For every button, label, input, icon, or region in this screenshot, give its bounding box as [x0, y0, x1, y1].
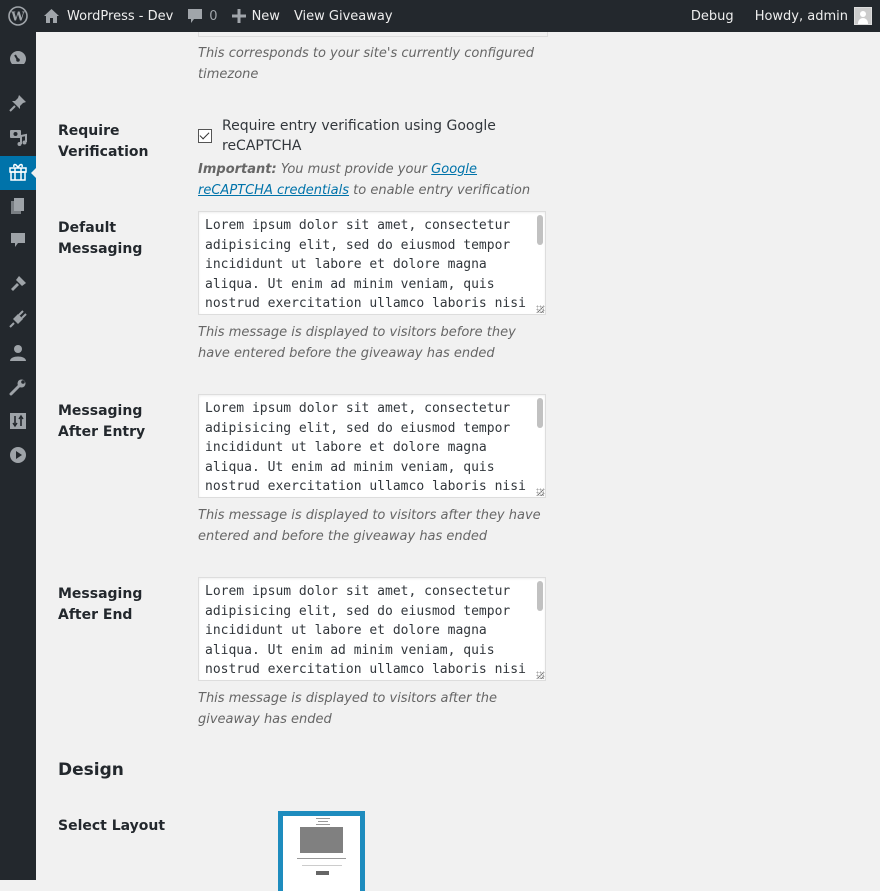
menu-users[interactable] [0, 338, 36, 372]
appearance-icon [9, 275, 27, 297]
messaging-after-end-textarea[interactable] [198, 577, 546, 681]
default-messaging-description: This message is displayed to visitors be… [198, 325, 516, 361]
howdy-label: Howdy, admin [754, 8, 848, 24]
menu-pages[interactable] [0, 191, 36, 225]
admin-bar: W WordPress - Dev 0 New View Giveaway De… [0, 0, 880, 32]
new-label: New [251, 8, 280, 24]
plugins-icon [9, 310, 27, 332]
layout-option-thumbnail[interactable] [278, 811, 365, 891]
debug-link[interactable]: Debug [684, 0, 748, 32]
menu-giveaways[interactable] [0, 156, 37, 190]
note-text-after: to enable entry verification [349, 183, 531, 198]
menu-appearance[interactable] [0, 269, 36, 303]
home-icon [43, 8, 60, 24]
new-content-link[interactable]: New [225, 0, 287, 32]
pin-icon [9, 94, 27, 116]
media-icon [9, 128, 27, 150]
recaptcha-checkbox-row[interactable]: Require entry verification using Google … [198, 116, 548, 156]
important-label: Important: [198, 162, 277, 177]
note-text-before: You must provide your [276, 162, 432, 177]
layout-preview-button [316, 871, 329, 875]
debug-label: Debug [690, 8, 734, 24]
wordpress-logo-button[interactable]: W [0, 0, 36, 32]
menu-media[interactable] [0, 122, 36, 156]
menu-video[interactable] [0, 440, 36, 474]
messaging-after-entry-scrollbar[interactable] [537, 398, 543, 428]
messaging-after-end-description: This message is displayed to visitors af… [198, 691, 497, 727]
wordpress-logo-icon: W [8, 6, 28, 26]
messaging-after-end-resize-handle[interactable] [536, 671, 544, 679]
my-account-link[interactable]: Howdy, admin [748, 0, 880, 32]
settings-icon [9, 412, 27, 434]
users-icon [9, 344, 27, 366]
menu-posts[interactable] [0, 88, 36, 122]
timezone-description: This corresponds to your site's currentl… [198, 46, 535, 82]
comments-link[interactable]: 0 [180, 0, 224, 32]
recaptcha-checkbox[interactable] [198, 129, 212, 143]
comments-icon [9, 231, 27, 253]
menu-comments[interactable] [0, 225, 36, 259]
dashboard-icon [9, 49, 27, 71]
menu-tools[interactable] [0, 372, 36, 406]
view-giveaway-link[interactable]: View Giveaway [287, 0, 400, 32]
default-messaging-resize-handle[interactable] [536, 305, 544, 313]
recaptcha-note: Important: You must provide your Google … [198, 159, 548, 201]
design-section-title: Design [58, 760, 124, 780]
video-icon [9, 446, 27, 468]
default-messaging-textarea[interactable] [198, 211, 546, 315]
tools-icon [9, 378, 27, 400]
gift-icon [8, 161, 28, 185]
messaging-after-end-scrollbar[interactable] [537, 581, 543, 611]
messaging-after-entry-description: This message is displayed to visitors af… [198, 508, 541, 544]
default-messaging-scrollbar[interactable] [537, 215, 543, 245]
pages-icon [9, 197, 27, 219]
comment-bubble-icon [187, 8, 203, 24]
default-messaging-label: Default Messaging [58, 220, 143, 257]
recaptcha-checkbox-label: Require entry verification using Google … [222, 118, 496, 154]
avatar [854, 7, 872, 25]
svg-text:W: W [10, 10, 25, 24]
messaging-after-end-label: Messaging After End [58, 586, 143, 623]
site-name-link[interactable]: WordPress - Dev [36, 0, 180, 32]
menu-plugins[interactable] [0, 304, 36, 338]
layout-preview-image [300, 827, 343, 853]
plus-icon [231, 9, 246, 23]
site-name: WordPress - Dev [67, 8, 174, 24]
require-verification-label: Require Verification [58, 123, 149, 160]
menu-settings[interactable] [0, 406, 36, 440]
messaging-after-entry-label: Messaging After Entry [58, 403, 146, 440]
menu-dashboard[interactable] [0, 43, 36, 77]
admin-menu [0, 32, 37, 880]
comments-count: 0 [209, 8, 218, 24]
view-giveaway-label: View Giveaway [293, 8, 393, 24]
messaging-after-entry-resize-handle[interactable] [536, 488, 544, 496]
messaging-after-entry-textarea[interactable] [198, 394, 546, 498]
content-area: This corresponds to your site's currentl… [36, 20, 880, 891]
select-layout-label: Select Layout [58, 818, 166, 834]
